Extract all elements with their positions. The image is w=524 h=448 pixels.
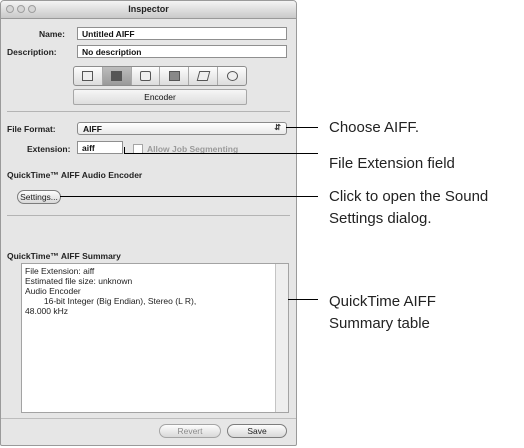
title-bar: Inspector <box>1 1 296 19</box>
inspector-toolbar <box>73 66 247 86</box>
callout-settings-line2: Settings dialog. <box>329 210 432 227</box>
divider <box>7 215 290 216</box>
filters-icon <box>140 71 152 81</box>
actions-icon <box>226 71 238 81</box>
tab-encoder[interactable] <box>102 67 132 85</box>
frame-controls-icon <box>168 71 180 81</box>
summary-icon <box>82 71 94 81</box>
geometry-icon <box>196 71 211 81</box>
encoder-icon <box>111 71 123 81</box>
callout-summary-line2: Summary table <box>329 315 430 332</box>
description-label: Description: <box>7 47 57 57</box>
file-format-popup[interactable]: AIFF ⇵ <box>77 122 287 135</box>
summary-scrollbar[interactable] <box>275 264 288 412</box>
description-field[interactable]: No description <box>77 45 287 58</box>
callout-line <box>286 127 318 128</box>
tab-actions[interactable] <box>218 67 246 85</box>
window-title: Inspector <box>128 4 169 14</box>
callout-file-extension: File Extension field <box>329 155 455 172</box>
save-button[interactable]: Save <box>227 424 287 438</box>
popup-arrows-icon: ⇵ <box>274 123 281 132</box>
inspector-window: Inspector Name: Untitled AIFF Descriptio… <box>0 0 297 446</box>
revert-button[interactable]: Revert <box>159 424 221 438</box>
divider <box>7 111 290 112</box>
callout-line <box>288 299 318 300</box>
callout-choose-aiff: Choose AIFF. <box>329 119 420 136</box>
name-field[interactable]: Untitled AIFF <box>77 27 287 40</box>
file-format-label: File Format: <box>7 124 56 134</box>
tab-frame-controls[interactable] <box>160 67 190 85</box>
tab-summary[interactable] <box>74 67 103 85</box>
tab-encoder-label[interactable]: Encoder <box>73 89 247 105</box>
file-format-value: AIFF <box>83 124 102 134</box>
callout-summary-line1: QuickTime AIFF <box>329 293 436 310</box>
summary-title: QuickTime™ AIFF Summary <box>7 251 121 261</box>
callout-line <box>124 147 125 154</box>
tab-geometry[interactable] <box>189 67 219 85</box>
callout-line <box>124 153 318 154</box>
tab-filters[interactable] <box>132 67 161 85</box>
encoder-section-title: QuickTime™ AIFF Audio Encoder <box>7 170 143 180</box>
settings-button[interactable]: Settings... <box>17 190 61 204</box>
divider <box>1 418 296 419</box>
extension-label: Extension: <box>27 144 71 154</box>
name-label: Name: <box>39 29 65 39</box>
summary-text: File Extension: aiff Estimated file size… <box>25 266 197 316</box>
extension-field[interactable]: aiff <box>77 141 123 154</box>
summary-table[interactable]: File Extension: aiff Estimated file size… <box>21 263 289 413</box>
callout-line <box>60 196 318 197</box>
callout-settings-line1: Click to open the Sound <box>329 188 489 205</box>
